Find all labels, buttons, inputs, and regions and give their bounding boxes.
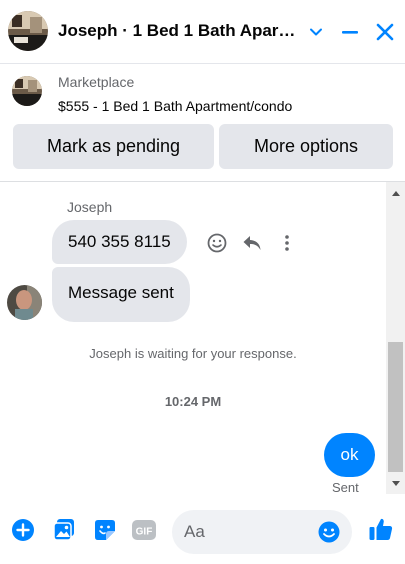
message-text: ok: [340, 445, 359, 464]
message-composer: GIF: [0, 494, 405, 564]
photo-icon[interactable]: [52, 518, 76, 542]
scrollbar[interactable]: [386, 182, 405, 494]
emoji-icon[interactable]: [317, 520, 341, 544]
gif-label: GIF: [136, 527, 153, 538]
reply-icon[interactable]: [241, 232, 263, 254]
sticker-icon[interactable]: [93, 518, 117, 542]
listing-thumbnail[interactable]: [12, 76, 42, 106]
listing-photo[interactable]: [8, 11, 48, 51]
sender-name: Joseph: [67, 199, 113, 215]
mark-as-pending-button[interactable]: Mark as pending: [13, 124, 214, 169]
incoming-message-bubble[interactable]: Message sent: [52, 267, 190, 322]
scrollbar-thumb[interactable]: [388, 342, 403, 472]
chevron-down-icon[interactable]: [302, 18, 330, 46]
scroll-down-icon[interactable]: [386, 475, 405, 492]
close-icon[interactable]: [371, 18, 399, 46]
message-text: 540 355 8115: [68, 232, 171, 251]
message-text: Message sent: [68, 282, 174, 302]
marketplace-listing-card: Marketplace $555 - 1 Bed 1 Bath Apartmen…: [0, 64, 405, 182]
marketplace-label: Marketplace: [58, 74, 135, 90]
listing-title[interactable]: $555 - 1 Bed 1 Bath Apartment/condo: [58, 98, 292, 114]
message-input[interactable]: [184, 520, 314, 544]
gif-icon[interactable]: GIF: [131, 518, 157, 542]
message-timestamp: 10:24 PM: [164, 394, 222, 409]
more-icon[interactable]: [276, 232, 298, 254]
chat-header: Joseph · 1 Bed 1 Bath Apartment/condo: [0, 0, 405, 64]
incoming-message-bubble[interactable]: 540 355 8115: [52, 220, 187, 264]
message-thread[interactable]: Joseph 540 355 8115 Message sent Joseph …: [0, 182, 386, 494]
waiting-notice: Joseph is waiting for your response.: [89, 346, 297, 361]
sent-status: Sent: [332, 480, 359, 494]
outgoing-message-bubble[interactable]: ok: [324, 433, 375, 477]
chat-title[interactable]: Joseph · 1 Bed 1 Bath Apartment/condo: [58, 21, 298, 41]
scroll-up-icon[interactable]: [386, 184, 405, 201]
like-icon[interactable]: [368, 516, 394, 542]
minimize-icon[interactable]: [336, 18, 364, 46]
plus-icon[interactable]: [11, 518, 35, 542]
more-options-button[interactable]: More options: [219, 124, 393, 169]
message-input-box[interactable]: [172, 510, 352, 554]
avatar[interactable]: [7, 285, 42, 320]
react-icon[interactable]: [206, 232, 228, 254]
